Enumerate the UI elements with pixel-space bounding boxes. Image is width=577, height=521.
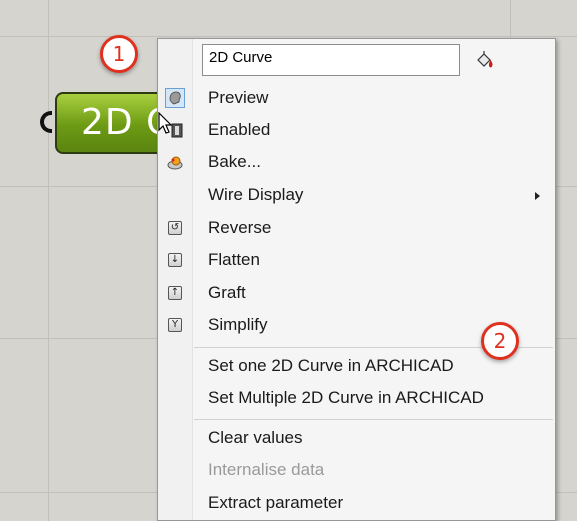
menu-item-enabled[interactable]: Enabled [159, 115, 554, 145]
menu-item-wire-display[interactable]: Wire Display [159, 180, 554, 210]
menu-item-label: Set one 2D Curve in ARCHICAD [208, 356, 454, 375]
menu-item-set-multiple-2d-curve[interactable]: Set Multiple 2D Curve in ARCHICAD [159, 383, 554, 413]
grid-line [48, 0, 49, 521]
bake-icon [165, 152, 185, 172]
graft-icon: ↑ [165, 283, 185, 303]
menu-item-label: Reverse [208, 218, 272, 237]
grid-line [0, 36, 577, 37]
menu-item-internalise-data: Internalise data [159, 455, 554, 485]
menu-item-bake[interactable]: Bake... [159, 147, 554, 177]
menu-item-label: Set Multiple 2D Curve in ARCHICAD [208, 388, 484, 407]
paint-bucket-icon[interactable] [473, 51, 495, 73]
menu-item-clear-values[interactable]: Clear values [159, 423, 554, 453]
menu-item-label: Enabled [208, 120, 271, 139]
menu-item-label: Clear values [208, 428, 303, 447]
callout-2: 2 [481, 322, 519, 360]
mouse-cursor-icon [158, 111, 174, 141]
menu-item-label: Bake... [208, 152, 261, 171]
menu-item-label: Internalise data [208, 460, 325, 479]
menu-item-flatten[interactable]: ↓ Flatten [159, 245, 554, 275]
menu-item-label: Extract parameter [208, 493, 344, 512]
menu-item-graft[interactable]: ↑ Graft [159, 278, 554, 308]
reverse-icon: ↺ [165, 218, 185, 238]
menu-item-label: Preview [208, 88, 269, 107]
flatten-icon: ↓ [165, 250, 185, 270]
menu-separator [194, 419, 553, 420]
preview-icon [165, 88, 185, 108]
menu-item-label: Flatten [208, 250, 260, 269]
component-name-field[interactable]: 2D Curve [202, 44, 460, 76]
menu-item-label: Simplify [208, 315, 268, 334]
simplify-icon: Y [165, 315, 185, 335]
menu-item-preview[interactable]: Preview [159, 83, 554, 113]
menu-item-extract-parameter[interactable]: Extract parameter [159, 488, 554, 518]
submenu-arrow-icon [535, 192, 540, 200]
input-grip[interactable] [40, 111, 52, 133]
menu-item-reverse[interactable]: ↺ Reverse [159, 213, 554, 243]
context-menu: 2D Curve Preview Enabled Bake... Wire Di… [157, 38, 556, 521]
menu-item-label: Graft [208, 283, 246, 302]
menu-item-label: Wire Display [208, 185, 304, 204]
callout-1: 1 [100, 35, 138, 73]
